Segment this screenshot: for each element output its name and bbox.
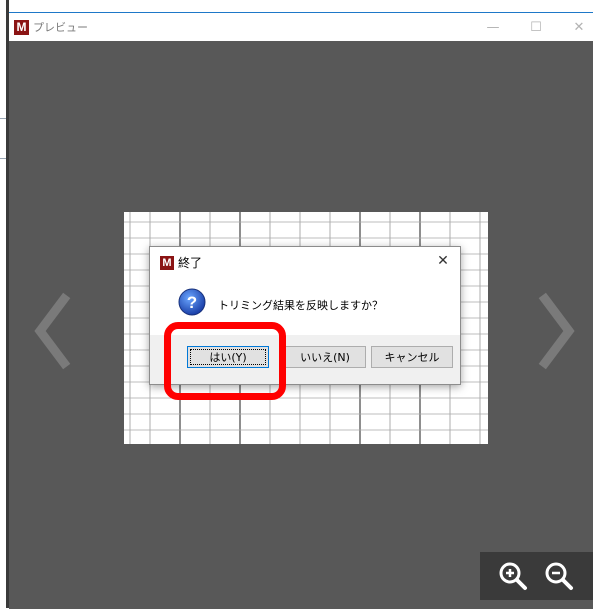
window-title: プレビュー (33, 21, 88, 34)
zoom-in-icon[interactable] (497, 560, 529, 592)
preview-window: M プレビュー — ☐ ✕ M 終了 ✕ ? トリミング結果を反映しますか？ は… (9, 12, 593, 609)
question-icon: ? (178, 288, 206, 316)
dialog-app-icon: M (160, 256, 174, 270)
no-button[interactable]: いいえ(N) (284, 346, 366, 368)
cancel-button[interactable]: キャンセル (371, 346, 453, 368)
next-page-button[interactable] (537, 291, 577, 371)
svg-text:?: ? (187, 293, 197, 312)
chevron-left-icon (34, 292, 71, 370)
red-highlight-annotation (164, 322, 286, 400)
background-window-edge (0, 0, 9, 608)
title-bar: M プレビュー — ☐ ✕ (9, 13, 593, 41)
chevron-right-icon (538, 292, 575, 370)
dialog-message: トリミング結果を反映しますか？ (218, 299, 383, 312)
preview-area: M 終了 ✕ ? トリミング結果を反映しますか？ はい(Y) いいえ(N) キャ… (9, 41, 593, 609)
edge-tick (0, 158, 6, 159)
close-button[interactable]: ✕ (565, 17, 593, 37)
zoom-toolbar (480, 552, 593, 600)
app-icon: M (14, 20, 29, 35)
prev-page-button[interactable] (32, 291, 72, 371)
cancel-button-label: キャンセル (384, 351, 440, 364)
dialog-close-button[interactable]: ✕ (434, 252, 452, 270)
edge-tick (0, 118, 6, 119)
dialog-title: 終了 (178, 256, 203, 270)
maximize-button[interactable]: ☐ (522, 17, 550, 37)
no-button-label: いいえ(N) (300, 351, 350, 364)
zoom-out-icon[interactable] (543, 560, 575, 592)
minimize-button[interactable]: — (479, 17, 507, 37)
